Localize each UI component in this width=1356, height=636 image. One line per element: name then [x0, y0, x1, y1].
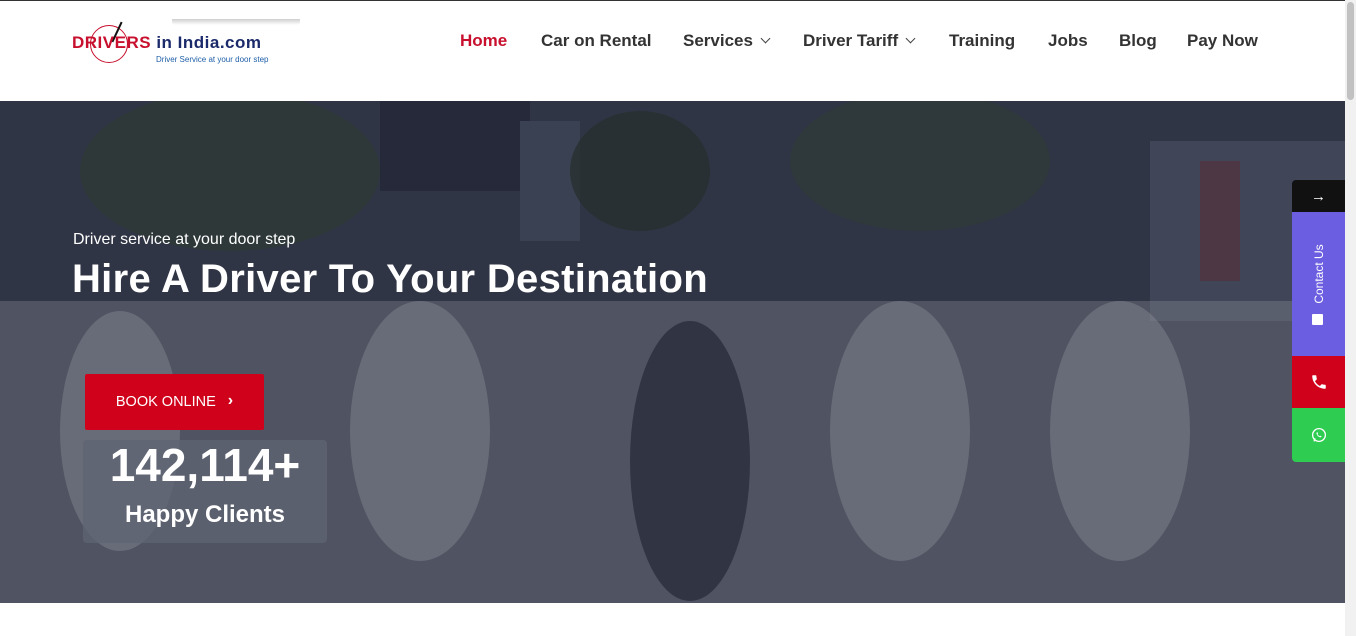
nav-item-driver-tariff[interactable]: Driver Tariff — [803, 31, 916, 51]
logo-shadow — [172, 19, 300, 25]
phone-button[interactable] — [1292, 356, 1345, 408]
whatsapp-icon — [1311, 427, 1326, 443]
mail-icon — [1312, 314, 1323, 325]
nav-item-jobs[interactable]: Jobs — [1048, 31, 1088, 51]
nav-item-label: Pay Now — [1187, 31, 1258, 50]
widget-toggle-arrow-icon[interactable]: → — [1292, 180, 1345, 212]
logo-brand-dark: in India.com — [156, 33, 262, 52]
book-online-label: BOOK ONLINE — [115, 394, 216, 410]
nav-item-car-on-rental[interactable]: Car on Rental — [541, 31, 652, 51]
nav-item-label: Home — [460, 31, 508, 50]
nav-item-services[interactable]: Services — [683, 31, 771, 51]
site-logo[interactable]: DRIVERS in India.com Driver Service at y… — [72, 19, 300, 67]
contact-us-label: Contact Us — [1311, 244, 1326, 304]
chevron-right-icon: › — [227, 392, 234, 409]
contact-us-tab[interactable]: Contact Us — [1292, 212, 1345, 356]
page-scrollbar[interactable] — [1345, 0, 1356, 636]
chevron-down-icon — [760, 33, 771, 44]
logo-brand-red: DRIVERS — [72, 33, 152, 52]
hero-subtitle: Driver service at your door step — [73, 231, 296, 248]
site-header: DRIVERS in India.com Driver Service at y… — [0, 0, 1345, 101]
stat-value: 142,114+ — [109, 439, 301, 491]
nav-item-label: Services — [683, 31, 753, 50]
chevron-down-icon — [905, 33, 916, 44]
stat-label: Happy Clients — [124, 501, 286, 528]
hero-banner: Driver service at your door step Hire A … — [0, 101, 1345, 603]
nav-item-label: Car on Rental — [541, 31, 652, 50]
nav-item-home[interactable]: Home — [460, 31, 507, 51]
logo-wordmark: DRIVERS in India.com — [72, 33, 262, 53]
logo-tagline: Driver Service at your door step — [156, 55, 269, 64]
hero-title: Hire A Driver To Your Destination — [72, 257, 708, 301]
nav-item-label: Driver Tariff — [803, 31, 899, 50]
nav-item-label: Blog — [1119, 31, 1157, 50]
phone-icon — [1311, 375, 1326, 389]
nav-item-blog[interactable]: Blog — [1119, 31, 1157, 51]
whatsapp-button[interactable] — [1292, 408, 1345, 462]
nav-item-label: Jobs — [1048, 31, 1088, 50]
book-online-button[interactable]: BOOK ONLINE › — [85, 374, 264, 430]
nav-item-label: Training — [949, 31, 1016, 50]
floating-contact-widget: → Contact Us — [1292, 180, 1345, 462]
nav-item-pay-now[interactable]: Pay Now — [1187, 31, 1258, 51]
happy-clients-stat: 142,114+ Happy Clients — [83, 439, 327, 543]
scrollbar-thumb[interactable] — [1347, 2, 1354, 100]
nav-item-training[interactable]: Training — [949, 31, 1015, 51]
